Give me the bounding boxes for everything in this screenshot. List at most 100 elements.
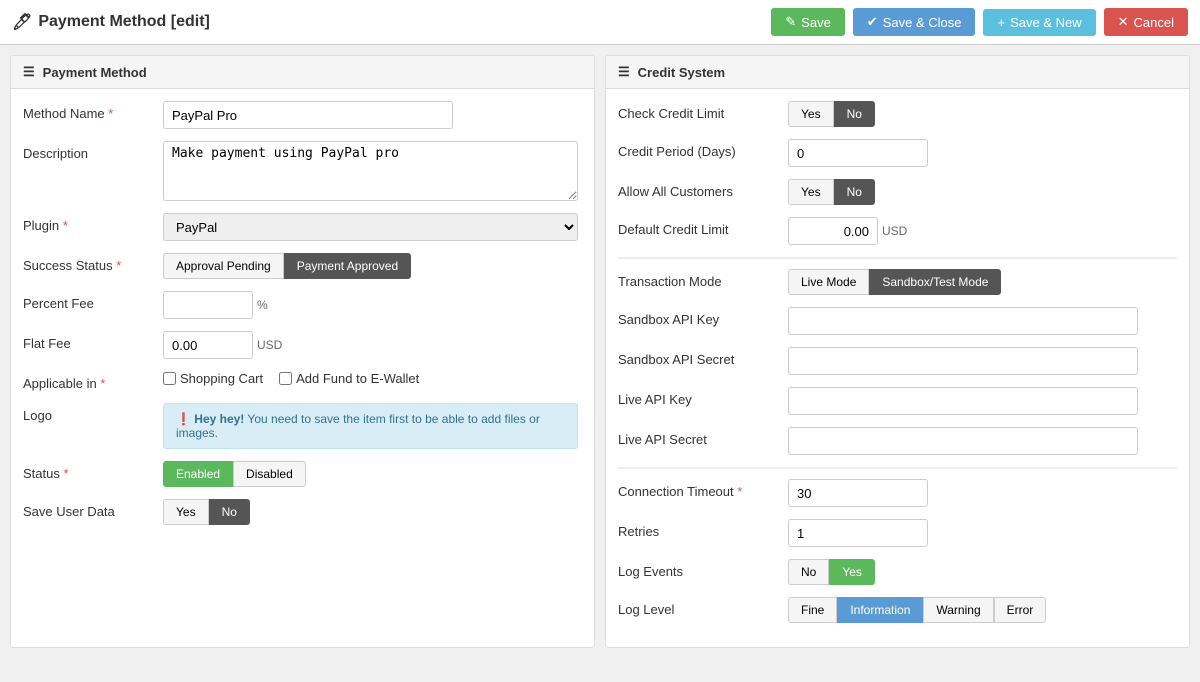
status-disabled-btn[interactable]: Disabled: [233, 461, 306, 487]
page-title: 🖊 Payment Method [edit]: [12, 12, 763, 32]
retries-row: Retries: [618, 519, 1177, 547]
right-panel-body: Check Credit Limit Yes No Credit Period …: [606, 89, 1189, 647]
right-panel-header: ☰ Credit System: [606, 56, 1189, 89]
payment-approved-btn[interactable]: Payment Approved: [284, 253, 411, 279]
save-user-yes-btn[interactable]: Yes: [163, 499, 209, 525]
page-icon: 🖊: [12, 12, 32, 32]
method-name-input[interactable]: [163, 101, 453, 129]
plugin-label: Plugin *: [23, 213, 153, 233]
save-icon: ✎: [785, 14, 796, 30]
cancel-icon: ✕: [1118, 14, 1129, 30]
check-credit-yes-btn[interactable]: Yes: [788, 101, 834, 127]
description-row: Description Make payment using PayPal pr…: [23, 141, 582, 201]
cancel-button[interactable]: ✕ Cancel: [1104, 8, 1188, 36]
check-credit-group: Yes No: [788, 101, 875, 127]
flat-fee-label: Flat Fee: [23, 331, 153, 351]
list-icon-right: ☰: [618, 64, 630, 80]
plus-icon: +: [997, 15, 1005, 30]
left-panel-body: Method Name * Description Make payment u…: [11, 89, 594, 549]
live-api-secret-row: Live API Secret: [618, 427, 1177, 455]
connection-timeout-row: Connection Timeout *: [618, 479, 1177, 507]
log-level-error-btn[interactable]: Error: [994, 597, 1047, 623]
success-status-row: Success Status * Approval Pending Paymen…: [23, 253, 582, 279]
shopping-cart-checkbox[interactable]: [163, 372, 176, 385]
sandbox-api-secret-label: Sandbox API Secret: [618, 347, 778, 367]
log-level-warning-btn[interactable]: Warning: [923, 597, 993, 623]
save-button[interactable]: ✎ Save: [771, 8, 845, 36]
description-label: Description: [23, 141, 153, 161]
alert-bold-text: Hey hey!: [194, 412, 244, 426]
log-level-information-btn[interactable]: Information: [837, 597, 923, 623]
percent-fee-label: Percent Fee: [23, 291, 153, 311]
credit-period-row: Credit Period (Days): [618, 139, 1177, 167]
logo-alert: ❗ Hey hey! You need to save the item fir…: [163, 403, 578, 449]
percent-fee-row: Percent Fee %: [23, 291, 582, 319]
check-credit-no-btn[interactable]: No: [834, 101, 875, 127]
allow-all-no-btn[interactable]: No: [834, 179, 875, 205]
default-credit-input[interactable]: [788, 217, 878, 245]
live-api-secret-input[interactable]: [788, 427, 1138, 455]
method-name-row: Method Name *: [23, 101, 582, 129]
success-status-label: Success Status *: [23, 253, 153, 273]
percent-fee-group: %: [163, 291, 268, 319]
log-events-label: Log Events: [618, 559, 778, 579]
check-icon: ✔: [867, 14, 878, 30]
add-fund-checkbox[interactable]: [279, 372, 292, 385]
log-events-yes-btn[interactable]: Yes: [829, 559, 875, 585]
cancel-label: Cancel: [1134, 15, 1174, 30]
log-events-no-btn[interactable]: No: [788, 559, 829, 585]
left-panel-title: Payment Method: [43, 65, 147, 80]
save-user-no-btn[interactable]: No: [209, 499, 250, 525]
method-name-label: Method Name *: [23, 101, 153, 121]
live-api-key-label: Live API Key: [618, 387, 778, 407]
page-title-text: Payment Method [edit]: [38, 13, 210, 31]
connection-timeout-input[interactable]: [788, 479, 928, 507]
logo-label: Logo: [23, 403, 153, 423]
save-close-button[interactable]: ✔ Save & Close: [853, 8, 976, 36]
sandbox-api-secret-row: Sandbox API Secret: [618, 347, 1177, 375]
live-mode-btn[interactable]: Live Mode: [788, 269, 869, 295]
save-label: Save: [801, 15, 831, 30]
save-new-button[interactable]: + Save & New: [983, 9, 1095, 36]
alert-icon: ❗: [176, 412, 194, 426]
live-api-key-input[interactable]: [788, 387, 1138, 415]
save-user-data-label: Save User Data: [23, 499, 153, 519]
plugin-select[interactable]: PayPal: [163, 213, 578, 241]
plugin-row: Plugin * PayPal: [23, 213, 582, 241]
shopping-cart-checkbox-label[interactable]: Shopping Cart: [163, 371, 263, 386]
percent-fee-input[interactable]: [163, 291, 253, 319]
check-credit-row: Check Credit Limit Yes No: [618, 101, 1177, 127]
default-credit-suffix: USD: [882, 224, 907, 238]
retries-input[interactable]: [788, 519, 928, 547]
main-content: ☰ Payment Method Method Name * Descripti…: [0, 45, 1200, 658]
default-credit-label: Default Credit Limit: [618, 217, 778, 237]
status-enabled-btn[interactable]: Enabled: [163, 461, 233, 487]
credit-period-input[interactable]: [788, 139, 928, 167]
retries-label: Retries: [618, 519, 778, 539]
approval-pending-btn[interactable]: Approval Pending: [163, 253, 284, 279]
save-new-label: Save & New: [1010, 15, 1082, 30]
description-input[interactable]: Make payment using PayPal pro: [163, 141, 578, 201]
save-user-data-row: Save User Data Yes No: [23, 499, 582, 525]
transaction-mode-group: Live Mode Sandbox/Test Mode: [788, 269, 1001, 295]
allow-all-row: Allow All Customers Yes No: [618, 179, 1177, 205]
applicable-checkboxes: Shopping Cart Add Fund to E-Wallet: [163, 371, 419, 386]
sandbox-api-key-input[interactable]: [788, 307, 1138, 335]
sandbox-api-key-label: Sandbox API Key: [618, 307, 778, 327]
add-fund-checkbox-label[interactable]: Add Fund to E-Wallet: [279, 371, 419, 386]
sandbox-api-key-row: Sandbox API Key: [618, 307, 1177, 335]
status-row: Status * Enabled Disabled: [23, 461, 582, 487]
sandbox-api-secret-input[interactable]: [788, 347, 1138, 375]
live-api-key-row: Live API Key: [618, 387, 1177, 415]
allow-all-yes-btn[interactable]: Yes: [788, 179, 834, 205]
log-level-fine-btn[interactable]: Fine: [788, 597, 837, 623]
shopping-cart-label: Shopping Cart: [180, 371, 263, 386]
status-label: Status *: [23, 461, 153, 481]
live-api-secret-label: Live API Secret: [618, 427, 778, 447]
list-icon: ☰: [23, 64, 35, 80]
percent-suffix: %: [257, 298, 268, 312]
success-status-group: Approval Pending Payment Approved: [163, 253, 411, 279]
top-bar: 🖊 Payment Method [edit] ✎ Save ✔ Save & …: [0, 0, 1200, 45]
flat-fee-input[interactable]: [163, 331, 253, 359]
sandbox-mode-btn[interactable]: Sandbox/Test Mode: [869, 269, 1001, 295]
